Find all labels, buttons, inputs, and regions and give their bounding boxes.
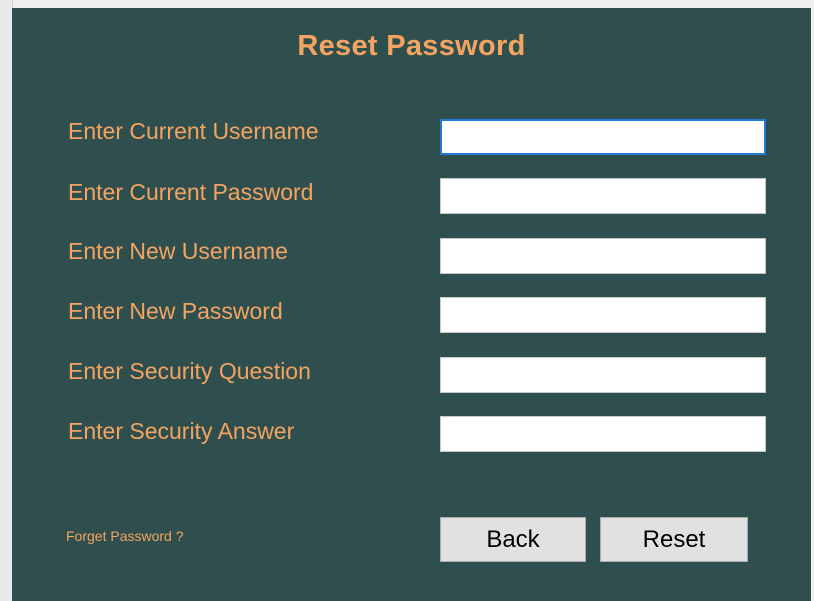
new-username-label: Enter New Username [68,238,288,264]
page-title: Reset Password [297,30,526,62]
reset-password-panel: Reset Password Enter Current Username En… [12,8,811,601]
security-question-label: Enter Security Question [68,358,311,384]
current-password-label: Enter Current Password [68,179,314,205]
new-password-input[interactable] [440,297,766,333]
back-button[interactable]: Back [440,517,586,562]
reset-button[interactable]: Reset [600,517,748,562]
screen: Reset Password Enter Current Username En… [0,0,814,601]
new-username-input[interactable] [440,238,766,274]
security-answer-input[interactable] [440,416,766,452]
forget-password-link[interactable]: Forget Password ? [66,528,184,544]
current-username-label: Enter Current Username [68,118,319,144]
new-password-label: Enter New Password [68,298,283,324]
current-password-input[interactable] [440,178,766,214]
security-answer-label: Enter Security Answer [68,418,295,444]
security-question-input[interactable] [440,357,766,393]
current-username-input[interactable] [440,119,766,155]
